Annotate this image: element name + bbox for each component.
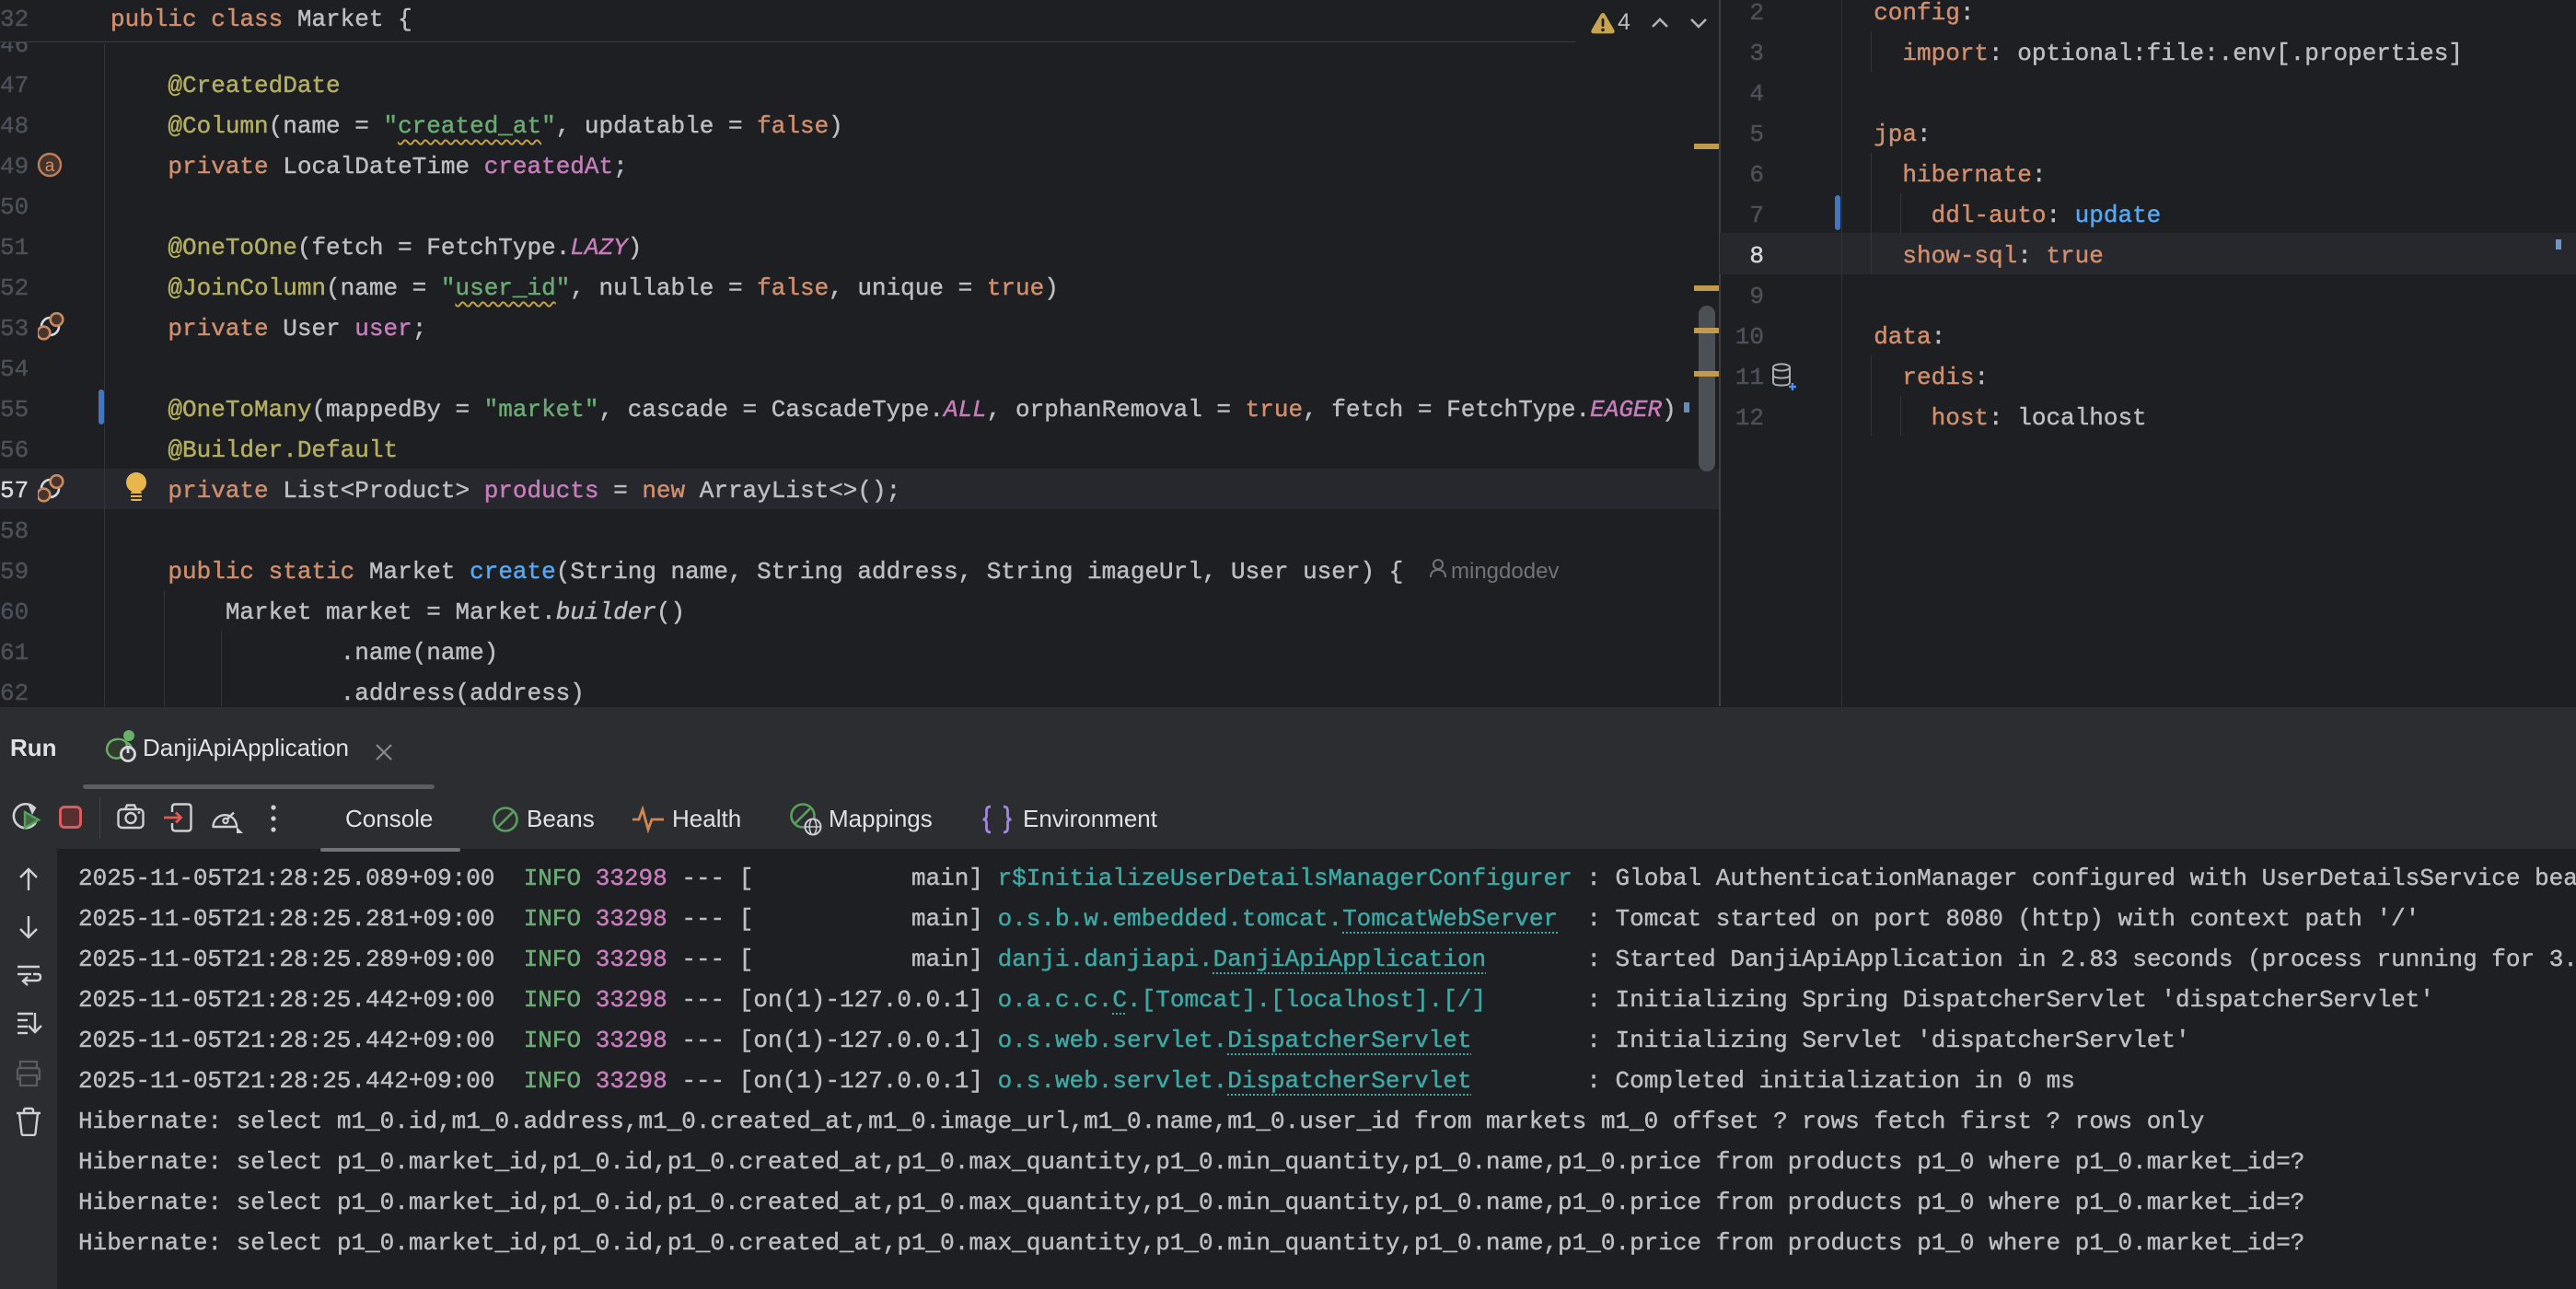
svg-text:a: a	[45, 157, 55, 176]
svg-text:mingdodev: mingdodev	[1451, 559, 1559, 584]
